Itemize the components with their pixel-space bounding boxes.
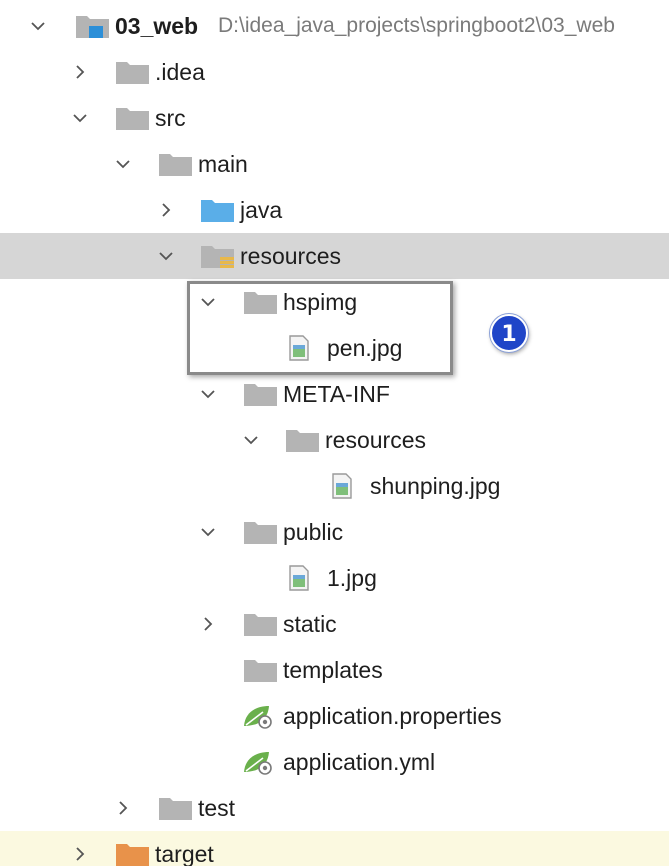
tree-item-label: public <box>283 519 344 545</box>
chevron-down-icon[interactable] <box>158 248 174 264</box>
tree-row-application-yml[interactable]: application.yml <box>0 739 669 785</box>
tree-item-label: resources <box>240 243 341 269</box>
tree-row-test[interactable]: test <box>0 785 669 831</box>
chevron-down-icon[interactable] <box>30 18 46 34</box>
tree-row-shunping-jpg[interactable]: shunping.jpg <box>0 463 669 509</box>
tree-item-label: shunping.jpg <box>370 473 501 499</box>
chevron-down-icon[interactable] <box>72 110 88 126</box>
chevron-down-icon[interactable] <box>115 156 131 172</box>
tree-row-application-properties[interactable]: application.properties <box>0 693 669 739</box>
folder-icon <box>115 59 151 85</box>
tree-item-label: hspimg <box>283 289 358 315</box>
folder-icon <box>243 381 279 407</box>
tree-row-resources[interactable]: resources <box>0 233 669 279</box>
image-file-icon <box>330 473 366 499</box>
project-tree: 03_web D:\idea_java_projects\springboot2… <box>0 0 669 866</box>
folder-icon <box>158 795 194 821</box>
tree-row-idea[interactable]: .idea <box>0 49 669 95</box>
folder-icon <box>158 151 194 177</box>
tree-row-pen-jpg[interactable]: pen.jpg <box>0 325 669 371</box>
excluded-folder-icon <box>115 841 151 866</box>
chevron-down-icon[interactable] <box>200 524 216 540</box>
tree-row-src[interactable]: src <box>0 95 669 141</box>
folder-icon <box>243 289 279 315</box>
chevron-down-icon[interactable] <box>200 294 216 310</box>
spring-config-icon <box>241 703 277 729</box>
step-number-badge: 1 <box>490 314 528 352</box>
tree-item-label: 1.jpg <box>327 565 377 591</box>
tree-row-meta-inf[interactable]: META-INF <box>0 371 669 417</box>
chevron-down-icon[interactable] <box>243 432 259 448</box>
folder-icon <box>285 427 321 453</box>
folder-icon <box>115 105 151 131</box>
chevron-down-icon[interactable] <box>200 386 216 402</box>
chevron-right-icon[interactable] <box>115 800 131 816</box>
tree-item-label: templates <box>283 657 383 683</box>
tree-row-static[interactable]: static <box>0 601 669 647</box>
tree-item-label: test <box>198 795 236 821</box>
tree-item-label: META-INF <box>283 381 390 407</box>
tree-row-hspimg[interactable]: hspimg <box>0 279 669 325</box>
chevron-right-icon[interactable] <box>72 846 88 862</box>
tree-row-public[interactable]: public <box>0 509 669 555</box>
image-file-icon <box>287 335 323 361</box>
tree-row-1-jpg[interactable]: 1.jpg <box>0 555 669 601</box>
folder-icon <box>243 657 279 683</box>
tree-item-label: main <box>198 151 248 177</box>
chevron-right-icon[interactable] <box>200 616 216 632</box>
tree-item-label: src <box>155 105 186 131</box>
tree-item-label: pen.jpg <box>327 335 403 361</box>
tree-item-label: .idea <box>155 59 205 85</box>
tree-item-label: target <box>155 841 214 866</box>
tree-item-label: resources <box>325 427 426 453</box>
folder-icon <box>243 611 279 637</box>
tree-item-label: application.yml <box>283 749 436 775</box>
folder-icon <box>243 519 279 545</box>
root-module-name: 03_web <box>115 13 199 39</box>
spring-config-icon <box>241 749 277 775</box>
image-file-icon <box>287 565 323 591</box>
tree-row-meta-inf-resources[interactable]: resources <box>0 417 669 463</box>
tree-item-label: application.properties <box>283 703 502 729</box>
tree-item-label: static <box>283 611 337 637</box>
chevron-right-icon[interactable] <box>72 64 88 80</box>
tree-row-main[interactable]: main <box>0 141 669 187</box>
root-module-path: D:\idea_java_projects\springboot2\03_web <box>218 14 615 37</box>
resources-folder-icon <box>200 243 236 269</box>
module-folder-icon <box>75 13 111 39</box>
source-folder-icon <box>200 197 236 223</box>
tree-row-templates[interactable]: templates <box>0 647 669 693</box>
tree-row-root[interactable]: 03_web D:\idea_java_projects\springboot2… <box>0 3 669 49</box>
tree-row-target[interactable]: target <box>0 831 669 866</box>
tree-item-label: java <box>240 197 283 223</box>
tree-row-java[interactable]: java <box>0 187 669 233</box>
chevron-right-icon[interactable] <box>158 202 174 218</box>
